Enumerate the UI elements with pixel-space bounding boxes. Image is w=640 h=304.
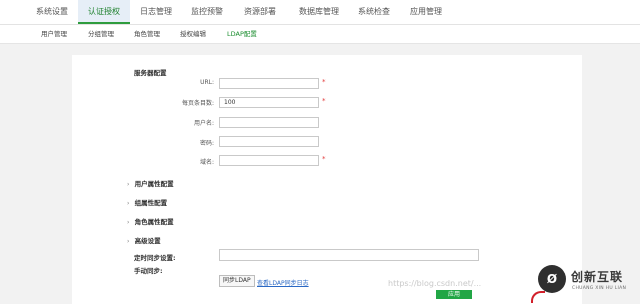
top-nav: 系统设置 认证授权 日志管理 监控预警 资源部署 数据库管理 系统检查 应用管理	[0, 0, 640, 25]
username-label: 用户名:	[193, 120, 214, 127]
tab-monitoring[interactable]: 监控预警	[183, 0, 231, 24]
chevron-right-icon: ›	[127, 238, 130, 245]
page-size-label: 每页条目数:	[181, 100, 214, 107]
domain-input[interactable]	[219, 155, 319, 166]
section-user-attributes[interactable]: › 用户属性配置	[127, 178, 174, 188]
tab-resource-deploy[interactable]: 资源部署	[236, 0, 284, 24]
section-role-attributes-label: 角色属性配置	[134, 218, 174, 226]
password-input[interactable]	[219, 136, 319, 147]
brand-name-en: CHUANG XIN HU LIAN	[572, 286, 627, 291]
view-sync-log-link[interactable]: 查看LDAP同步日志	[257, 278, 309, 287]
brand-name-cn: 创新互联	[571, 270, 624, 284]
apply-button[interactable]: 应用	[436, 290, 472, 299]
sync-ldap-button[interactable]: 同步LDAP	[219, 275, 255, 287]
tab-auth[interactable]: 认证授权	[78, 0, 130, 24]
brand-swoosh-icon	[531, 291, 545, 303]
tab-database[interactable]: 数据库管理	[290, 0, 348, 24]
page-size-required-mark: *	[322, 97, 326, 105]
scheduled-sync-input[interactable]	[219, 249, 479, 261]
scheduled-sync-label: 定时同步设置:	[134, 254, 176, 262]
section-user-attributes-label: 用户属性配置	[134, 180, 174, 188]
section-group-attributes-label: 组属性配置	[134, 199, 168, 207]
chevron-right-icon: ›	[127, 219, 130, 226]
section-advanced-settings-label: 高级设置	[134, 237, 161, 245]
url-label: URL:	[200, 79, 214, 86]
domain-required-mark: *	[322, 155, 326, 163]
chevron-right-icon: ›	[127, 181, 130, 188]
password-label: 密码:	[199, 140, 214, 147]
tab-log-management[interactable]: 日志管理	[133, 0, 179, 24]
tab-system-check[interactable]: 系统检查	[350, 0, 398, 24]
domain-label: 域名:	[199, 159, 214, 166]
section-role-attributes[interactable]: › 角色属性配置	[127, 216, 174, 226]
manual-sync-label: 手动同步:	[134, 267, 163, 275]
tab-app-management[interactable]: 应用管理	[402, 0, 450, 24]
url-required-mark: *	[322, 78, 326, 86]
url-input[interactable]	[219, 78, 319, 89]
page-size-input[interactable]: 100	[219, 97, 319, 108]
watermark-text: https://blog.csdn.net/...	[388, 279, 482, 288]
chevron-right-icon: ›	[127, 200, 130, 207]
subtab-auth-edit[interactable]: 授权编辑	[180, 25, 206, 43]
sub-nav: 用户管理 分组管理 角色管理 授权编辑 LDAP配置	[0, 25, 640, 44]
section-advanced-settings[interactable]: › 高级设置	[127, 235, 161, 245]
username-input[interactable]	[219, 117, 319, 128]
section-title-server-config: 服务器配置	[134, 69, 167, 77]
subtab-group-management[interactable]: 分组管理	[88, 25, 114, 43]
subtab-ldap-config[interactable]: LDAP配置	[227, 25, 257, 43]
subtab-user-management[interactable]: 用户管理	[41, 25, 67, 43]
section-group-attributes[interactable]: › 组属性配置	[127, 197, 167, 207]
tab-system-settings[interactable]: 系统设置	[28, 0, 76, 24]
subtab-role-management[interactable]: 角色管理	[134, 25, 160, 43]
brand-logo-icon: Ø	[538, 265, 566, 293]
